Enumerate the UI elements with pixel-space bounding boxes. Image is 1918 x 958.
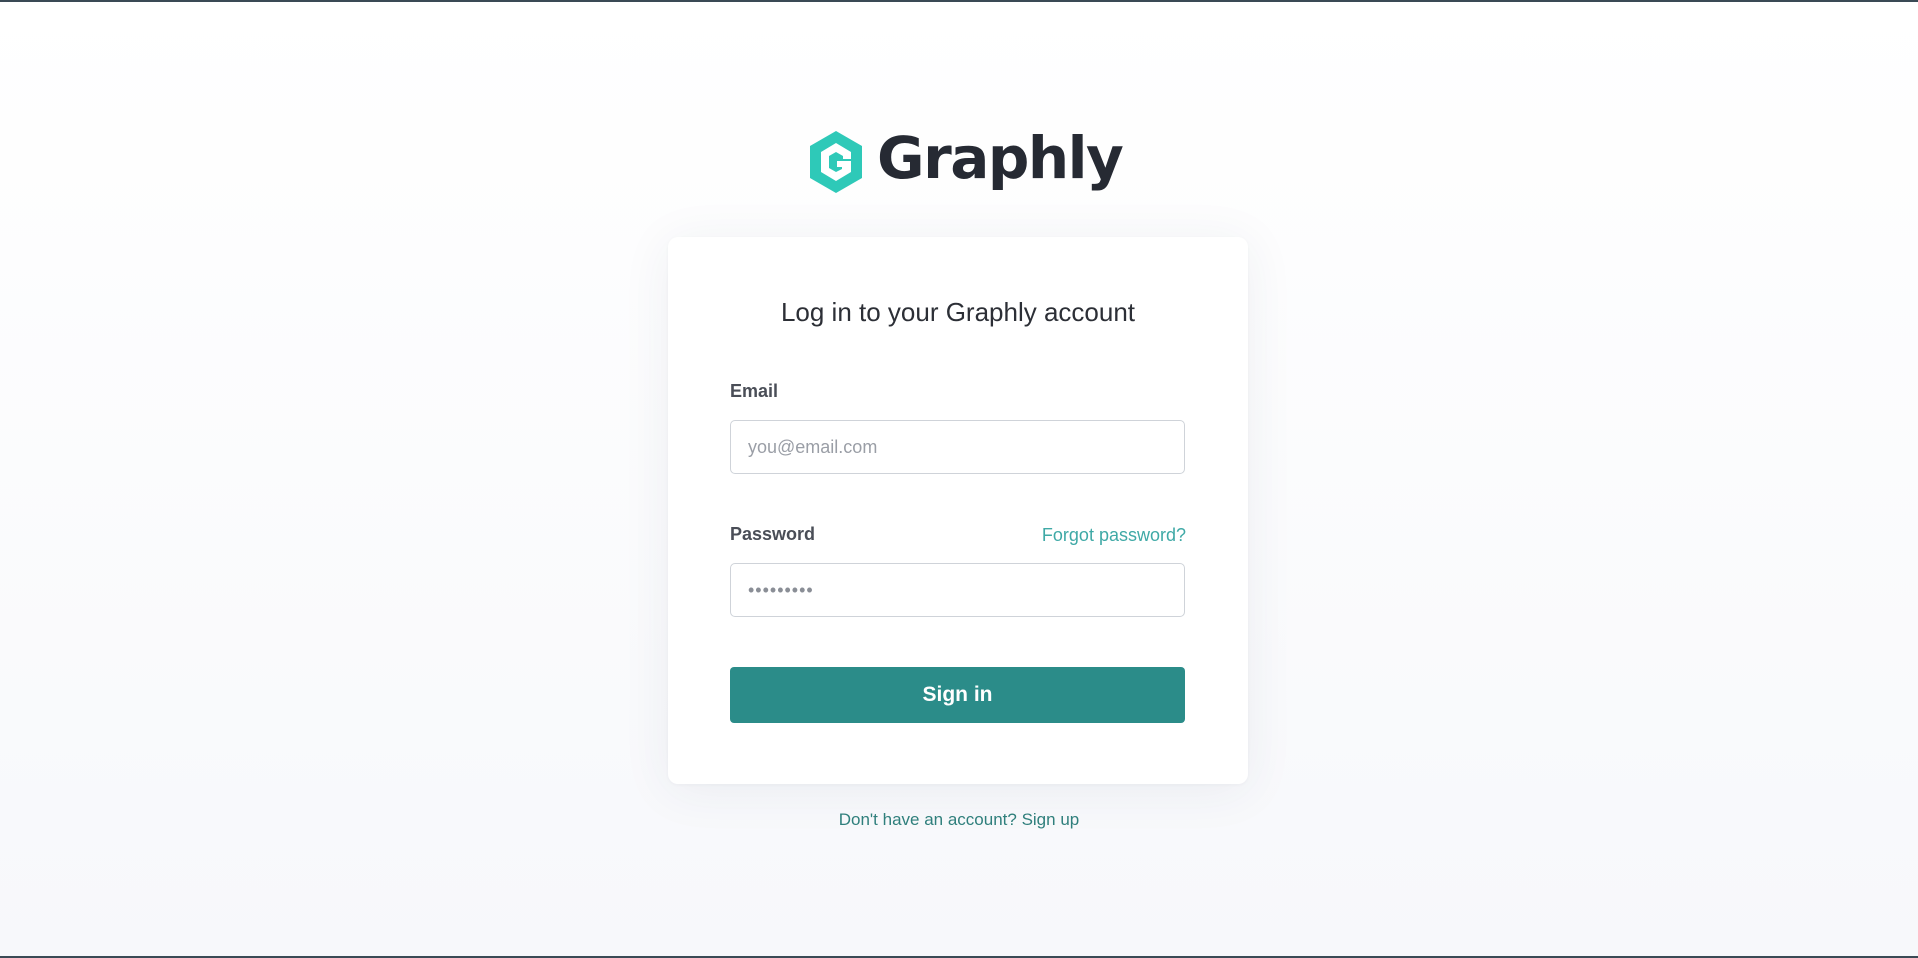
password-field[interactable]: •••••••••: [730, 563, 1185, 617]
graphly-logo-icon: [810, 131, 862, 193]
email-field[interactable]: [730, 420, 1185, 474]
sign-up-link[interactable]: Don't have an account? Sign up: [0, 810, 1918, 830]
brand-logo: Graphly: [807, 124, 1124, 196]
email-label: Email: [730, 381, 779, 401]
password-label: Password: [730, 524, 816, 544]
forgot-password-link[interactable]: Forgot password?: [1042, 525, 1186, 546]
page-title: Log in to your Graphly account: [780, 297, 1136, 327]
brand-name: Graphly: [877, 124, 1124, 192]
login-card: Log in to your Graphly account Email Pas…: [668, 237, 1248, 784]
sign-in-button[interactable]: Sign in: [730, 667, 1185, 723]
